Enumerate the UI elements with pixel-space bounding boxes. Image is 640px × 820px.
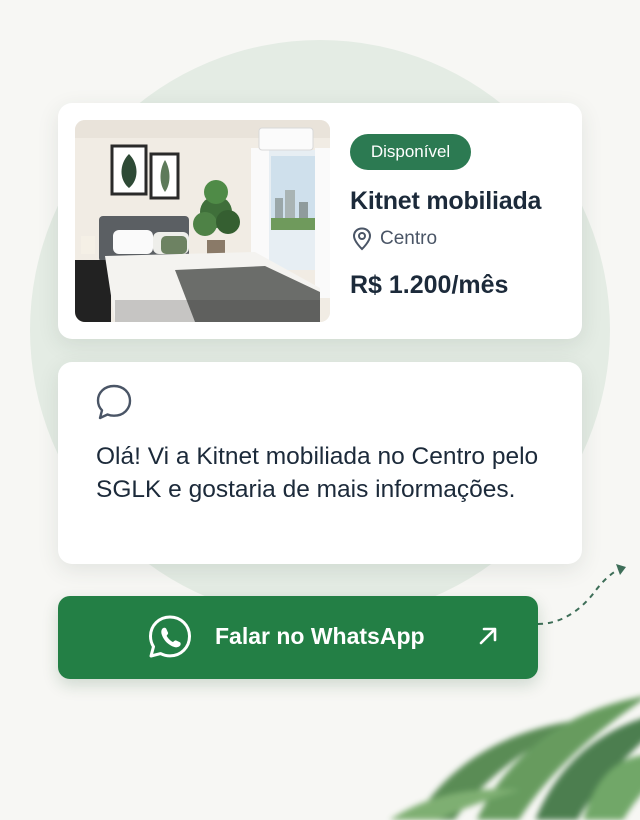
status-badge: Disponível (350, 134, 471, 170)
listing-card[interactable]: Disponível Kitnet mobiliada Centro R$ 1.… (58, 103, 582, 339)
listing-location: Centro (352, 227, 437, 251)
location-pin-icon (352, 227, 372, 251)
arrow-up-right-icon (479, 627, 497, 645)
whatsapp-icon (149, 615, 191, 658)
message-text: Olá! Vi a Kitnet mobiliada no Centro pel… (96, 443, 539, 503)
listing-price: R$ 1.200/mês (350, 271, 509, 299)
location-text: Centro (380, 228, 438, 249)
chat-bubble-icon (96, 384, 132, 420)
whatsapp-button-label: Falar no WhatsApp (215, 623, 425, 649)
bedroom-image (75, 120, 330, 322)
listing-photo (75, 120, 330, 322)
listing-title: Kitnet mobiliada (350, 187, 542, 215)
whatsapp-button[interactable]: Falar no WhatsApp (58, 596, 538, 679)
message-preview-card: Olá! Vi a Kitnet mobiliada no Centro pel… (58, 362, 582, 564)
dashed-arrow-icon (537, 564, 626, 625)
